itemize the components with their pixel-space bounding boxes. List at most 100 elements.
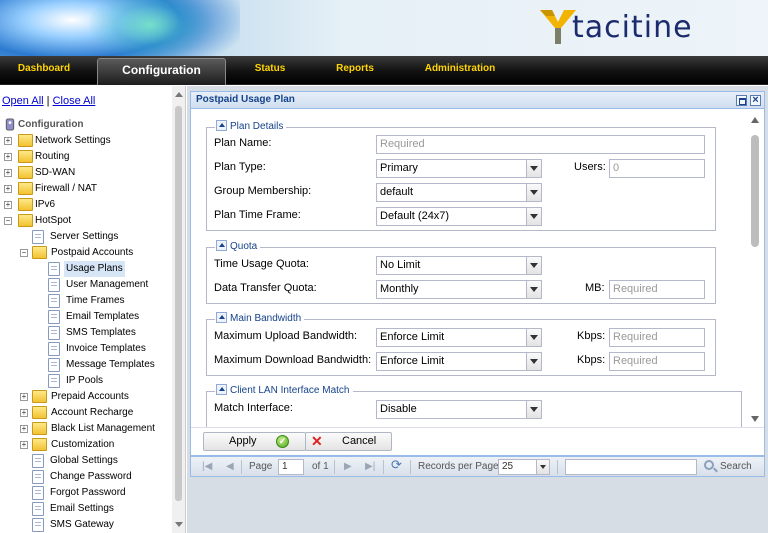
- page-icon: [48, 374, 60, 388]
- main-nav: Dashboard Configuration Status Reports A…: [0, 56, 768, 85]
- nav-administration[interactable]: Administration: [418, 56, 502, 85]
- scroll-down-icon[interactable]: [175, 522, 183, 527]
- first-page-icon[interactable]: |◀: [202, 461, 212, 473]
- maximize-icon[interactable]: [736, 95, 747, 106]
- form-scrollbar[interactable]: [747, 110, 764, 427]
- plan-type-select[interactable]: Primary: [376, 159, 542, 178]
- scroll-up-icon[interactable]: [175, 92, 183, 97]
- folder-icon: [32, 438, 47, 451]
- records-per-page-select[interactable]: 25: [498, 459, 550, 475]
- data-transfer-quota-select[interactable]: Monthly: [376, 280, 542, 299]
- users-field[interactable]: 0: [609, 159, 705, 178]
- chevron-down-icon[interactable]: [526, 208, 541, 225]
- expand-icon[interactable]: +: [4, 153, 12, 161]
- scrollbar-thumb[interactable]: [751, 135, 759, 247]
- open-all-link[interactable]: Open All: [2, 95, 44, 107]
- chevron-down-icon[interactable]: [526, 353, 541, 370]
- close-icon[interactable]: ×: [750, 95, 761, 106]
- collapse-toggle-icon[interactable]: [216, 311, 227, 323]
- nav-configuration[interactable]: Configuration: [97, 58, 226, 85]
- search-icon[interactable]: [704, 460, 714, 470]
- download-kbps-input[interactable]: Required: [609, 352, 705, 371]
- max-upload-select[interactable]: Enforce Limit: [376, 328, 542, 347]
- nav-dashboard[interactable]: Dashboard: [0, 56, 88, 85]
- scroll-up-icon[interactable]: [751, 117, 759, 123]
- folder-icon: [18, 166, 33, 179]
- main-bandwidth-legend[interactable]: Main Bandwidth: [215, 311, 305, 326]
- header-banner: tacitine: [0, 0, 768, 56]
- paging-toolbar: |◀ ◀ Page 1 of 1 ▶ ▶| ⟳ Records per Page…: [190, 456, 765, 477]
- expand-icon[interactable]: +: [20, 393, 28, 401]
- folder-icon: [18, 150, 33, 163]
- collapse-toggle-icon[interactable]: [216, 383, 227, 395]
- page-icon: [32, 486, 44, 500]
- time-usage-quota-select[interactable]: No Limit: [376, 256, 542, 275]
- check-icon: ✓: [276, 435, 289, 448]
- chevron-down-icon[interactable]: [526, 329, 541, 346]
- close-all-link[interactable]: Close All: [53, 95, 96, 107]
- folder-icon: [18, 134, 33, 147]
- sidebar-scrollbar[interactable]: [172, 86, 185, 533]
- nav-reports[interactable]: Reports: [330, 56, 380, 85]
- page-icon: [48, 358, 60, 372]
- nav-status[interactable]: Status: [246, 56, 294, 85]
- search-button[interactable]: Search: [720, 460, 752, 474]
- link-separator: |: [46, 95, 50, 107]
- folder-icon: [32, 422, 47, 435]
- collapse-icon[interactable]: −: [4, 217, 12, 225]
- quota-legend[interactable]: Quota: [215, 239, 261, 254]
- page-icon: [48, 262, 60, 276]
- collapse-toggle-icon[interactable]: [216, 119, 227, 131]
- max-download-select[interactable]: Enforce Limit: [376, 352, 542, 371]
- expand-icon[interactable]: +: [20, 441, 28, 449]
- banner-art-highlight: [90, 0, 210, 56]
- main-area: Postpaid Usage Plan × Plan Details Plan …: [187, 86, 768, 533]
- expand-icon[interactable]: +: [20, 409, 28, 417]
- expand-icon[interactable]: +: [4, 185, 12, 193]
- upload-kbps-label: Kbps:: [577, 330, 606, 342]
- group-membership-select[interactable]: default: [376, 183, 542, 202]
- chevron-down-icon[interactable]: [526, 160, 541, 177]
- page-icon: [48, 310, 60, 324]
- expand-icon[interactable]: +: [4, 169, 12, 177]
- expand-icon[interactable]: +: [4, 137, 12, 145]
- mb-label: MB:: [585, 282, 605, 294]
- chevron-down-icon[interactable]: [526, 257, 541, 274]
- cancel-button[interactable]: ✕ Cancel: [305, 432, 392, 451]
- folder-icon: [18, 198, 33, 211]
- mb-input[interactable]: Required: [609, 280, 705, 299]
- collapse-toggle-icon[interactable]: [216, 239, 227, 251]
- match-interface-select[interactable]: Disable: [376, 400, 542, 419]
- folder-icon: [32, 390, 47, 403]
- time-usage-quota-label: Time Usage Quota:: [214, 258, 309, 270]
- form-body: Plan Details Plan Name: Required Plan Ty…: [191, 110, 747, 427]
- separator: [241, 460, 242, 474]
- page-icon: [32, 230, 44, 244]
- search-input[interactable]: [565, 459, 697, 475]
- refresh-icon[interactable]: ⟳: [391, 458, 402, 471]
- scroll-down-icon[interactable]: [751, 416, 759, 422]
- chevron-down-icon[interactable]: [526, 281, 541, 298]
- client-lan-match-legend[interactable]: Client LAN Interface Match: [215, 383, 353, 398]
- chevron-down-icon[interactable]: [526, 184, 541, 201]
- chevron-down-icon[interactable]: [536, 460, 549, 474]
- prev-page-icon[interactable]: ◀: [226, 461, 234, 473]
- apply-button[interactable]: Apply ✓: [203, 432, 306, 451]
- button-bar: Apply ✓ ✕ Cancel: [191, 427, 764, 455]
- page-number-input[interactable]: 1: [278, 459, 304, 475]
- scrollbar-thumb[interactable]: [175, 106, 182, 501]
- last-page-icon[interactable]: ▶|: [365, 461, 375, 473]
- sidebar: Open All | Close All Configuration + Net…: [0, 86, 186, 533]
- expand-icon[interactable]: +: [20, 425, 28, 433]
- chevron-down-icon[interactable]: [526, 401, 541, 418]
- plan-name-input[interactable]: Required: [376, 135, 705, 154]
- page-icon: [48, 278, 60, 292]
- next-page-icon[interactable]: ▶: [344, 461, 352, 473]
- upload-kbps-input[interactable]: Required: [609, 328, 705, 347]
- download-kbps-label: Kbps:: [577, 354, 606, 366]
- expand-icon[interactable]: +: [4, 201, 12, 209]
- plan-details-legend[interactable]: Plan Details: [215, 119, 287, 134]
- collapse-icon[interactable]: −: [20, 249, 28, 257]
- plan-time-frame-select[interactable]: Default (24x7): [376, 207, 542, 226]
- panel-title: Postpaid Usage Plan: [196, 94, 295, 105]
